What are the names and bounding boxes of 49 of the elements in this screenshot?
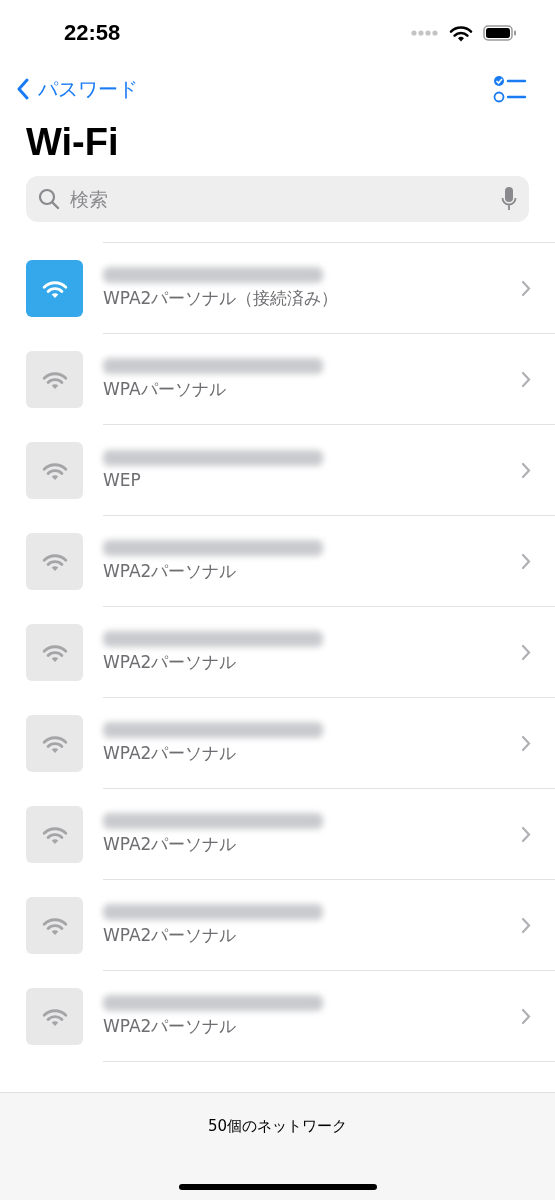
wifi-icon xyxy=(41,733,68,754)
security-label: WPA2パーソナル（接続済み） xyxy=(103,286,340,310)
search-bar[interactable]: 検索 xyxy=(26,176,529,222)
network-row[interactable]: WPAパーソナル xyxy=(0,334,555,425)
chevron-icon xyxy=(521,370,531,388)
wifi-icon xyxy=(41,460,68,481)
security-label: WPA2パーソナル xyxy=(103,1014,238,1038)
signal-icon xyxy=(411,29,439,36)
wifi-icon xyxy=(41,369,68,390)
microphone-icon[interactable] xyxy=(501,186,517,212)
network-count: 50個のネットワーク xyxy=(207,1117,348,1136)
battery-icon xyxy=(483,24,517,41)
network-row[interactable]: WPA2パーソナル xyxy=(0,971,555,1062)
security-label: WPA2パーソナル xyxy=(103,832,238,856)
search-icon xyxy=(38,188,60,210)
chevron-icon xyxy=(521,916,531,934)
wifi-icon xyxy=(449,23,473,42)
network-row[interactable]: WEP xyxy=(0,425,555,516)
security-label: WPAパーソナル xyxy=(103,377,227,401)
security-label: WPA2パーソナル xyxy=(103,650,238,674)
network-row[interactable]: WPA2パーソナル（接続済み） xyxy=(0,243,555,334)
chevron-icon xyxy=(521,643,531,661)
security-label: WPA2パーソナル xyxy=(103,923,238,947)
wifi-icon xyxy=(41,642,68,663)
clock-time: 22:58 xyxy=(64,19,121,46)
back-button[interactable]: パスワード xyxy=(16,75,138,103)
security-label: WPA2パーソナル xyxy=(103,741,238,765)
security-label: WPA2パーソナル xyxy=(103,559,238,583)
network-row[interactable]: WPA2パーソナル xyxy=(0,516,555,607)
chevron-icon xyxy=(521,1007,531,1025)
wifi-icon xyxy=(41,278,68,299)
wifi-icon xyxy=(41,915,68,936)
chevron-icon xyxy=(521,461,531,479)
chevron-icon xyxy=(521,279,531,297)
security-label: WEP xyxy=(103,470,142,490)
network-row[interactable]: WPA2パーソナル xyxy=(0,698,555,789)
network-row[interactable]: WPA2パーソナル xyxy=(0,880,555,971)
chevron-icon xyxy=(521,734,531,752)
page-title: Wi-Fi xyxy=(26,121,120,164)
wifi-icon xyxy=(41,824,68,845)
chevron-left-icon xyxy=(16,78,30,100)
search-field[interactable]: 検索 xyxy=(68,187,493,211)
network-row[interactable]: WPA2パーソナル xyxy=(0,789,555,880)
chevron-icon xyxy=(521,552,531,570)
wifi-icon xyxy=(41,551,68,572)
wifi-icon xyxy=(41,1006,68,1027)
checklist-icon[interactable] xyxy=(493,74,527,104)
chevron-icon xyxy=(521,825,531,843)
network-row[interactable]: WPA2パーソナル xyxy=(0,607,555,698)
